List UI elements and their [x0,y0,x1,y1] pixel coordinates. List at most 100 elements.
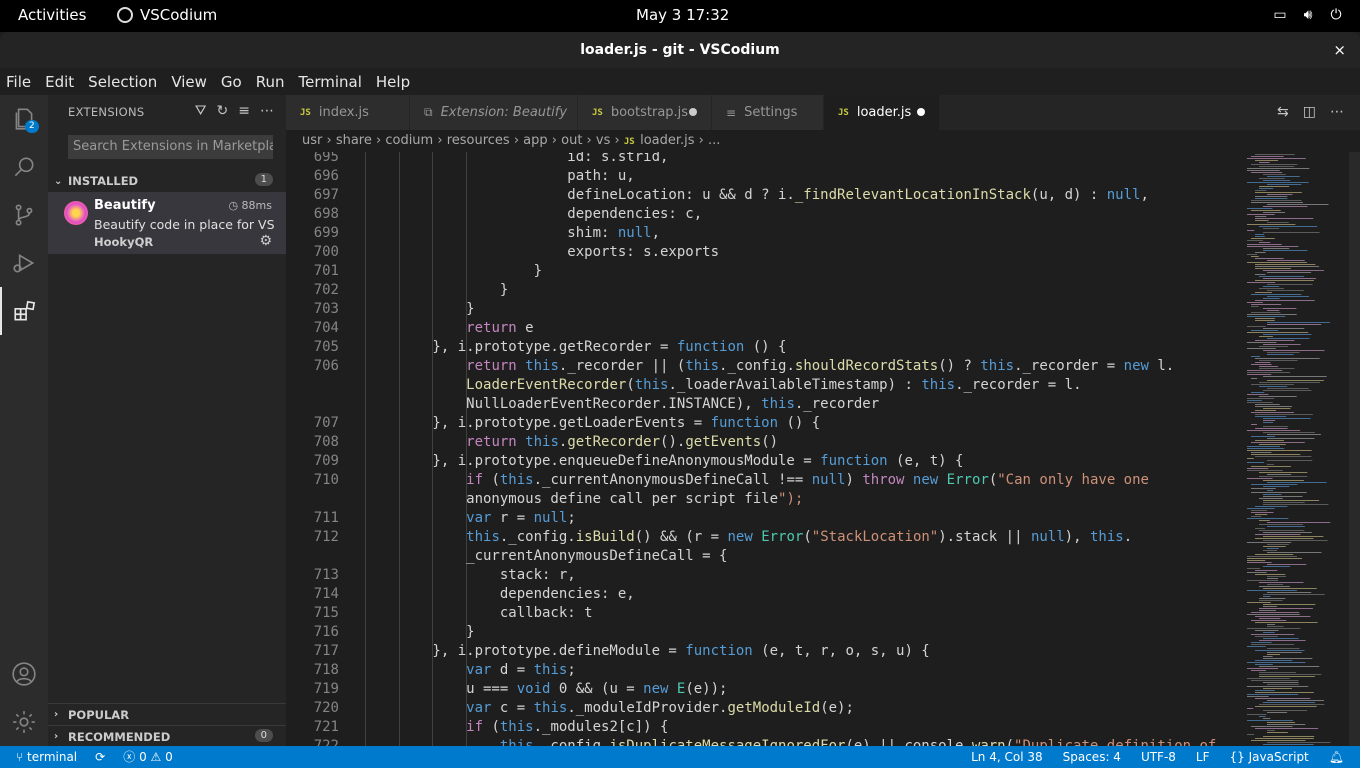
minimap-scrollbar[interactable] [1349,152,1360,746]
code-line[interactable]: _currentAnonymousDefineCall = { [286,547,1241,566]
code-line[interactable]: 697 defineLocation: u && d ? i._findRele… [286,186,1241,205]
extension-settings-gear-icon[interactable]: ⚙ [259,233,272,249]
clear-icon[interactable]: ≡ [238,103,250,119]
menu-item-terminal[interactable]: Terminal [299,73,362,91]
code-line[interactable]: 721 if (this._modules2[c]) { [286,718,1241,737]
cursor-position[interactable]: Ln 4, Col 38 [971,746,1043,768]
tab-extension-beautify[interactable]: ⧉ Extension: Beautify [410,95,578,130]
language-mode[interactable]: {} JavaScript [1230,746,1309,768]
menu-item-file[interactable]: File [6,73,31,91]
explorer-button[interactable]: 2 [0,95,48,143]
extension-item-beautify[interactable]: Beautify ◷ 88ms Beautify code in place f… [48,192,286,254]
code-line[interactable]: 704 return e [286,319,1241,338]
more-icon[interactable]: ⋯ [260,103,274,119]
minimap[interactable] [1241,152,1360,746]
menu-item-run[interactable]: Run [256,73,285,91]
search-button[interactable] [0,143,48,191]
refresh-icon[interactable]: ↻ [217,103,229,119]
code-line[interactable]: 699 shim: null, [286,224,1241,243]
installed-section-header[interactable]: ⌄ INSTALLED 1 [48,170,286,192]
breadcrumb-item[interactable]: share [336,133,372,148]
end-of-line[interactable]: LF [1196,746,1210,768]
run-debug-button[interactable] [0,239,48,287]
code-editor[interactable]: 695 id: s.strid, 696 path: u, 697 defineLo… [286,152,1241,746]
code-line[interactable]: 712 this._config.isBuild() && (r = new E… [286,528,1241,547]
code-line[interactable]: 718 var d = this; [286,661,1241,680]
minimap-line [1251,164,1298,165]
menu-item-edit[interactable]: Edit [45,73,74,91]
screen-icon[interactable]: ▭ [1272,7,1288,23]
indentation[interactable]: Spaces: 4 [1063,746,1121,768]
breadcrumb-item[interactable]: usr [302,133,322,148]
menu-item-help[interactable]: Help [376,73,410,91]
code-line[interactable]: anonymous define call per script file"); [286,490,1241,509]
breadcrumb[interactable]: usr › share › codium › resources › app ›… [286,130,1360,152]
accounts-button[interactable] [0,650,48,698]
unsaved-dot-icon[interactable] [689,108,697,116]
activities-button[interactable]: Activities [18,6,86,24]
code-line[interactable]: 696 path: u, [286,167,1241,186]
code-line[interactable]: 714 dependencies: e, [286,585,1241,604]
extensions-search-input[interactable]: Search Extensions in Marketplace [68,135,273,159]
breadcrumb-item[interactable]: app [523,133,547,148]
unsaved-dot-icon[interactable] [917,108,925,116]
breadcrumb-item[interactable]: loader.js [640,133,694,148]
manage-button[interactable] [0,698,48,746]
more-actions-icon[interactable]: ⋯ [1330,104,1344,120]
menu-item-go[interactable]: Go [221,73,242,91]
breadcrumb-item[interactable]: resources [447,133,510,148]
branch-indicator[interactable]: ⑂ terminal [16,746,77,768]
menu-item-selection[interactable]: Selection [88,73,157,91]
source-control-button[interactable] [0,191,48,239]
code-line[interactable]: 705 }, i.prototype.getRecorder = functio… [286,338,1241,357]
code-line[interactable]: 711 var r = null; [286,509,1241,528]
breadcrumb-item[interactable]: out [561,133,582,148]
code-line[interactable]: 715 callback: t [286,604,1241,623]
popular-section-header[interactable]: › POPULAR [48,703,286,725]
minimap-line [1259,520,1270,521]
code-line[interactable]: 707 }, i.prototype.getLoaderEvents = fun… [286,414,1241,433]
tab-index-js[interactable]: JS index.js [286,95,410,130]
code-line[interactable]: LoaderEventRecorder(this._loaderAvailabl… [286,376,1241,395]
filter-icon[interactable]: ⛛ [195,103,207,119]
tab-bootstrap-js[interactable]: JS bootstrap.js [578,95,712,130]
code-line[interactable]: 717 }, i.prototype.defineModule = functi… [286,642,1241,661]
clock[interactable]: May 3 17:32 [636,6,729,24]
code-line[interactable]: 713 stack: r, [286,566,1241,585]
breadcrumb-item[interactable]: vs [596,133,610,148]
code-line[interactable]: 710 if (this._currentAnonymousDefineCall… [286,471,1241,490]
sync-icon[interactable]: ⟳ [95,746,105,768]
minimap-line [1251,392,1265,393]
code-line[interactable]: 706 return this._recorder || (this._conf… [286,357,1241,376]
code-line[interactable]: 716 } [286,623,1241,642]
close-window-button[interactable]: × [1333,32,1346,68]
breadcrumb-item[interactable]: ... [708,133,720,148]
menu-item-view[interactable]: View [171,73,207,91]
extensions-button[interactable] [0,287,48,335]
encoding[interactable]: UTF-8 [1141,746,1176,768]
code-line[interactable]: 703 } [286,300,1241,319]
tab-settings[interactable]: ≡ Settings [712,95,824,130]
code-line[interactable]: 720 var c = this._moduleIdProvider.getMo… [286,699,1241,718]
code-line[interactable]: 722 this._config.isDuplicateMessageIgnor… [286,737,1241,746]
code-line[interactable]: 695 id: s.strid, [286,152,1241,167]
app-menu[interactable]: VSCodium [117,6,217,24]
system-tray[interactable]: ▭ 🔊︎ ⏻ [1272,7,1344,23]
code-line[interactable]: 701 } [286,262,1241,281]
power-icon[interactable]: ⏻ [1328,7,1344,23]
tab-loader-js[interactable]: JS loader.js [824,95,940,130]
split-editor-icon[interactable]: ◫ [1303,104,1316,120]
recommended-section-header[interactable]: › RECOMMENDED 0 [48,725,286,747]
notifications-bell-icon[interactable]: 🔔︎ [1329,746,1344,768]
volume-icon[interactable]: 🔊︎ [1300,7,1316,23]
problems-indicator[interactable]: ⓧ 0 ⚠ 0 [123,746,173,768]
code-line[interactable]: 719 u === void 0 && (u = new E(e)); [286,680,1241,699]
code-line[interactable]: 709 }, i.prototype.enqueueDefineAnonymou… [286,452,1241,471]
breadcrumb-item[interactable]: codium [385,133,433,148]
code-line[interactable]: NullLoaderEventRecorder.INSTANCE), this.… [286,395,1241,414]
compare-icon[interactable]: ⇆ [1277,104,1289,120]
code-line[interactable]: 698 dependencies: c, [286,205,1241,224]
code-line[interactable]: 702 } [286,281,1241,300]
code-line[interactable]: 708 return this.getRecorder().getEvents(… [286,433,1241,452]
code-line[interactable]: 700 exports: s.exports [286,243,1241,262]
